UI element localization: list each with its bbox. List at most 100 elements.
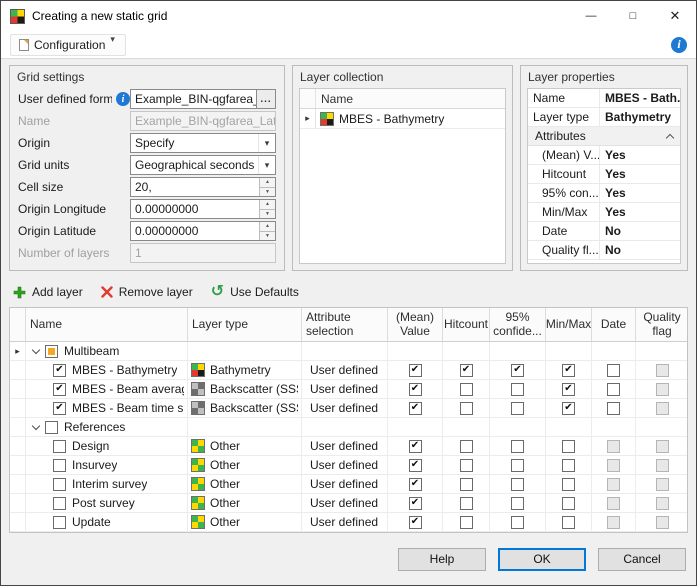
mean-value-checkbox[interactable]: [409, 402, 422, 415]
mean-value-checkbox[interactable]: [409, 364, 422, 377]
spinner[interactable]: [259, 200, 275, 218]
date-checkbox[interactable]: [607, 497, 620, 510]
quality-flag-checkbox[interactable]: [656, 440, 669, 453]
attributes-category-row[interactable]: Attributes: [528, 127, 680, 146]
min-max-value[interactable]: Yes: [600, 203, 680, 221]
chevron-down-icon[interactable]: [258, 156, 275, 174]
date-checkbox[interactable]: [607, 383, 620, 396]
hitcount-checkbox[interactable]: [460, 364, 473, 377]
add-layer-button[interactable]: Add layer: [13, 285, 83, 299]
use-defaults-button[interactable]: Use Defaults: [211, 285, 299, 299]
date-checkbox[interactable]: [607, 364, 620, 377]
multibeam-checkbox[interactable]: [45, 345, 58, 358]
mean-value-checkbox[interactable]: [409, 440, 422, 453]
quality-flag-checkbox[interactable]: [656, 459, 669, 472]
hitcount-checkbox[interactable]: [460, 440, 473, 453]
close-button[interactable]: ✕: [654, 1, 696, 31]
95-confide-checkbox[interactable]: [511, 516, 524, 529]
interim-survey-checkbox[interactable]: [53, 478, 66, 491]
spinner[interactable]: [259, 178, 275, 196]
hitcount-value[interactable]: Yes: [600, 165, 680, 183]
95-confide-checkbox[interactable]: [511, 402, 524, 415]
minimize-button[interactable]: —: [570, 1, 612, 31]
min-max-checkbox[interactable]: [562, 478, 575, 491]
date-checkbox[interactable]: [607, 459, 620, 472]
chevron-down-icon[interactable]: [258, 134, 275, 152]
mean-value-checkbox[interactable]: [409, 516, 422, 529]
min-max-checkbox[interactable]: [562, 402, 575, 415]
date-checkbox[interactable]: [607, 478, 620, 491]
cell-size-field[interactable]: 20,: [130, 177, 276, 197]
quality-flag-checkbox[interactable]: [656, 516, 669, 529]
origin-latitude-field[interactable]: 0.00000000: [130, 221, 276, 241]
mean-value-checkbox[interactable]: [409, 459, 422, 472]
mbes-beam-time-s-checkbox[interactable]: [53, 402, 66, 415]
95-con-value[interactable]: Yes: [600, 184, 680, 202]
date-checkbox[interactable]: [607, 402, 620, 415]
mbes-bathymetry-checkbox[interactable]: [53, 364, 66, 377]
min-max-checkbox[interactable]: [562, 516, 575, 529]
layer-type-value[interactable]: Bathymetry: [600, 108, 680, 126]
min-max-checkbox[interactable]: [562, 497, 575, 510]
quality-flag-checkbox[interactable]: [656, 383, 669, 396]
mean-value-checkbox[interactable]: [409, 497, 422, 510]
collapse-icon[interactable]: [666, 133, 674, 141]
insurvey-checkbox[interactable]: [53, 459, 66, 472]
help-button[interactable]: Help: [398, 548, 486, 571]
origin-field[interactable]: Specify: [130, 133, 276, 153]
mbes-beam-average-checkbox[interactable]: [53, 383, 66, 396]
date-checkbox[interactable]: [607, 516, 620, 529]
update-checkbox[interactable]: [53, 516, 66, 529]
95-confide-checkbox[interactable]: [511, 497, 524, 510]
origin-longitude-field[interactable]: 0.00000000: [130, 199, 276, 219]
date-value[interactable]: No: [600, 222, 680, 240]
quality-flag-checkbox[interactable]: [656, 364, 669, 377]
spin-down-icon[interactable]: [260, 209, 275, 219]
grid-units-field[interactable]: Geographical seconds: [130, 155, 276, 175]
95-confide-checkbox[interactable]: [511, 440, 524, 453]
expander-icon[interactable]: [32, 422, 40, 430]
references-checkbox[interactable]: [45, 421, 58, 434]
info-icon[interactable]: [671, 37, 687, 53]
spin-up-icon[interactable]: [260, 200, 275, 209]
info-icon[interactable]: [116, 92, 130, 106]
hitcount-checkbox[interactable]: [460, 497, 473, 510]
quality-flag-checkbox[interactable]: [656, 497, 669, 510]
spin-down-icon[interactable]: [260, 187, 275, 197]
quality-flag-checkbox[interactable]: [656, 478, 669, 491]
spin-up-icon[interactable]: [260, 178, 275, 187]
date-checkbox[interactable]: [607, 440, 620, 453]
expander-icon[interactable]: [32, 346, 40, 354]
name-value[interactable]: MBES - Bath...: [600, 89, 680, 107]
hitcount-checkbox[interactable]: [460, 478, 473, 491]
95-confide-checkbox[interactable]: [511, 364, 524, 377]
cancel-button[interactable]: Cancel: [598, 548, 686, 571]
spin-up-icon[interactable]: [260, 222, 275, 231]
spin-down-icon[interactable]: [260, 231, 275, 241]
min-max-checkbox[interactable]: [562, 440, 575, 453]
mean-value-checkbox[interactable]: [409, 478, 422, 491]
min-max-checkbox[interactable]: [562, 364, 575, 377]
hitcount-checkbox[interactable]: [460, 459, 473, 472]
min-max-checkbox[interactable]: [562, 459, 575, 472]
mean-value-checkbox[interactable]: [409, 383, 422, 396]
quality-fl-value[interactable]: No: [600, 241, 680, 259]
maximize-button[interactable]: □: [612, 1, 654, 31]
hitcount-checkbox[interactable]: [460, 383, 473, 396]
configuration-button[interactable]: Configuration: [10, 34, 126, 56]
hitcount-checkbox[interactable]: [460, 402, 473, 415]
remove-layer-button[interactable]: Remove layer: [101, 285, 193, 299]
min-max-checkbox[interactable]: [562, 383, 575, 396]
browse-button[interactable]: ...: [256, 90, 275, 108]
ok-button[interactable]: OK: [498, 548, 586, 571]
design-checkbox[interactable]: [53, 440, 66, 453]
post-survey-checkbox[interactable]: [53, 497, 66, 510]
layer-collection-row[interactable]: MBES - Bathymetry: [300, 109, 505, 129]
quality-flag-checkbox[interactable]: [656, 402, 669, 415]
user-defined-format-field[interactable]: Example_BIN-qgfarea_LatLong...: [130, 89, 276, 109]
95-confide-checkbox[interactable]: [511, 383, 524, 396]
95-confide-checkbox[interactable]: [511, 459, 524, 472]
spinner[interactable]: [259, 222, 275, 240]
hitcount-checkbox[interactable]: [460, 516, 473, 529]
95-confide-checkbox[interactable]: [511, 478, 524, 491]
